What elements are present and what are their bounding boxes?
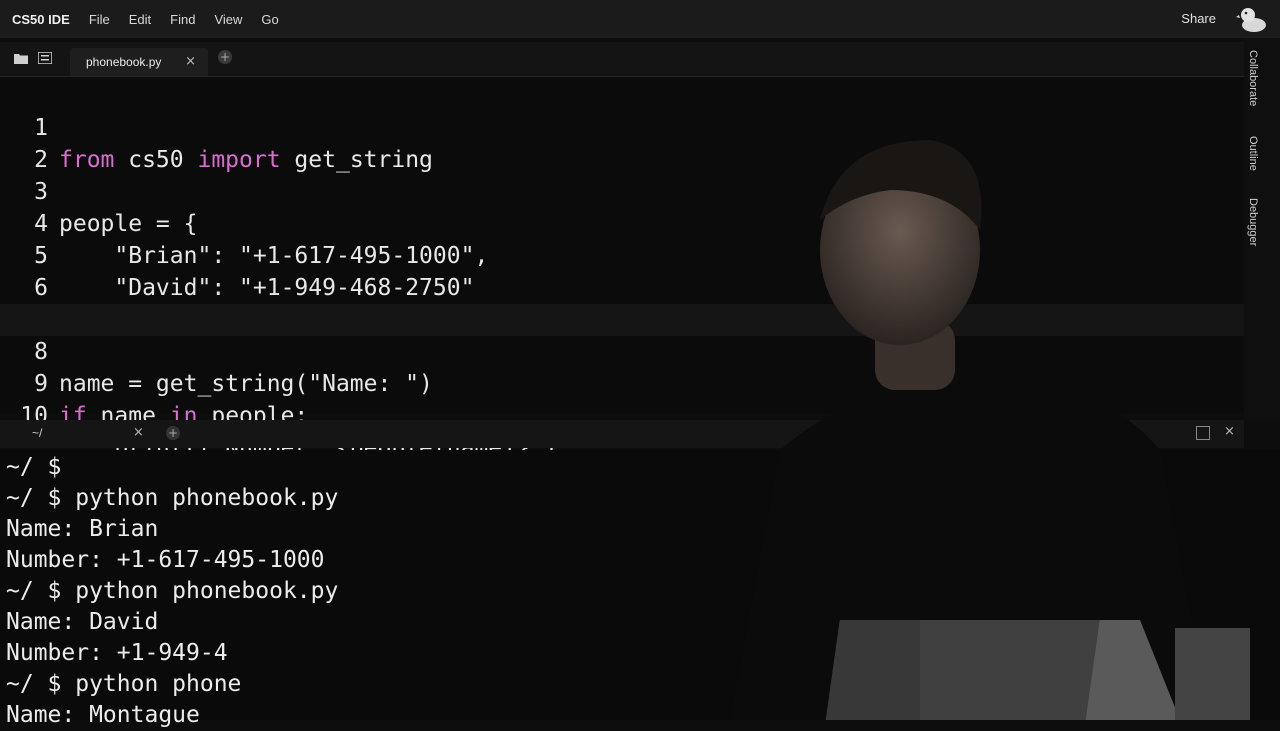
tab-terminal[interactable]: ~/ xyxy=(32,426,42,440)
editor-tab-strip: phonebook.py × + xyxy=(0,42,1244,77)
side-tab-collaborate[interactable]: Collaborate xyxy=(1247,50,1259,106)
terminal-line: ~/ $ xyxy=(6,454,62,480)
code-editor[interactable]: 1 from cs50 import get_string 2 3 people… xyxy=(0,78,1244,461)
tab-phonebook-py[interactable]: phonebook.py × xyxy=(70,48,208,76)
terminal-tab-strip: ~/ × + × xyxy=(0,420,1244,448)
close-icon[interactable]: × xyxy=(133,425,144,440)
terminal-line: ~/ $ python phonebook.py xyxy=(6,578,339,604)
duck-debugger-icon[interactable] xyxy=(1236,4,1268,34)
code-line[interactable]: 3 people = { xyxy=(0,144,1244,237)
terminal-line: Name: Brian xyxy=(6,516,159,542)
terminal-line: ~/ $ python phone xyxy=(6,671,242,697)
maximize-icon[interactable] xyxy=(1196,426,1210,440)
code-line[interactable]: 1 from cs50 import get_string xyxy=(0,80,1244,173)
terminal-line: ~/ $ python phonebook.py xyxy=(6,485,339,511)
menu-edit[interactable]: Edit xyxy=(129,12,151,27)
menu-find[interactable]: Find xyxy=(170,12,195,27)
code-line[interactable]: 7 xyxy=(0,272,1244,333)
menu-go[interactable]: Go xyxy=(261,12,278,27)
terminal-pane[interactable]: ~/ $ ~/ $ python phonebook.py Name: Bria… xyxy=(0,450,1280,728)
menu-view[interactable]: View xyxy=(214,12,242,27)
code-line[interactable]: 9 if name in people: xyxy=(0,336,1244,429)
right-side-panel: Collaborate Outline Debugger xyxy=(1244,38,1280,420)
terminal-line: Number: +1-617-495-1000 xyxy=(6,547,325,573)
code-line[interactable]: 10 print(f"Number: {people[name]}") xyxy=(0,368,1244,461)
folder-icon[interactable] xyxy=(14,52,28,64)
terminal-line: Number: +1-949-4 xyxy=(6,640,228,666)
code-line[interactable]: 5 "David": "+1-949-468-2750" xyxy=(0,208,1244,301)
menu-file[interactable]: File xyxy=(89,12,110,27)
tab-filename: phonebook.py xyxy=(86,55,162,69)
close-panel-icon[interactable]: × xyxy=(1224,424,1235,439)
code-line[interactable]: 2 xyxy=(0,112,1244,173)
side-tab-outline[interactable]: Outline xyxy=(1247,136,1259,171)
side-tab-debugger[interactable]: Debugger xyxy=(1247,198,1259,246)
menu-bar: CS50 IDE File Edit Find View Go Share xyxy=(0,0,1280,38)
terminal-line: Name: David xyxy=(6,609,159,635)
terminal-line: Name: Montague xyxy=(6,702,200,728)
file-tree-toggles xyxy=(14,52,52,64)
close-icon[interactable]: × xyxy=(185,54,196,69)
code-line-active[interactable]: 8 name = get_string("Name: ") xyxy=(0,304,1244,397)
add-tab-icon[interactable]: + xyxy=(218,50,232,64)
outline-tree-icon[interactable] xyxy=(38,52,52,64)
add-terminal-icon[interactable]: + xyxy=(166,426,180,440)
code-line[interactable]: 4 "Brian": "+1-617-495-1000", xyxy=(0,176,1244,269)
code-line[interactable]: 6 } xyxy=(0,240,1244,333)
share-button[interactable]: Share xyxy=(1181,11,1216,26)
app-brand: CS50 IDE xyxy=(12,11,70,27)
